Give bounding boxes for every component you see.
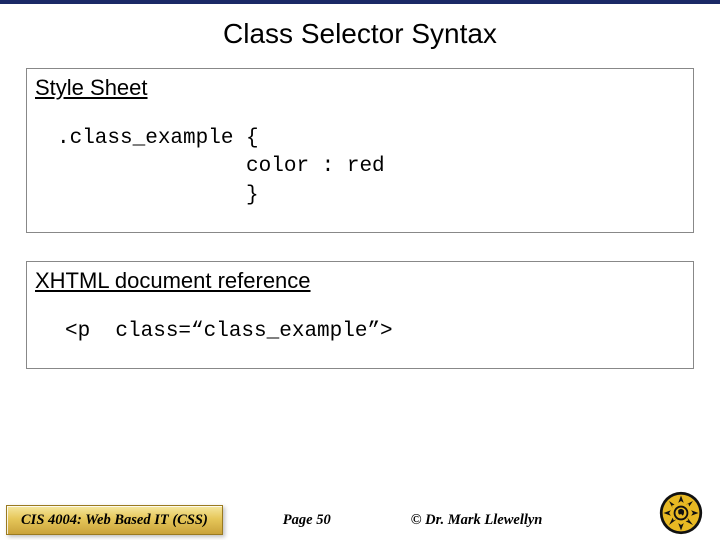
ucf-logo-icon — [658, 490, 704, 536]
footer-page: Page 50 — [283, 512, 331, 529]
slide-title: Class Selector Syntax — [0, 4, 720, 68]
panel-style-sheet-label: Style Sheet — [35, 75, 148, 101]
panel-style-sheet: Style Sheet .class_example { color : red… — [26, 68, 694, 233]
panel-xhtml-label: XHTML document reference — [35, 268, 311, 294]
footer-copyright: © Dr. Mark Llewellyn — [411, 512, 543, 529]
xhtml-code-block: <p class=“class_example”> — [35, 318, 685, 346]
footer-course: CIS 4004: Web Based IT (CSS) — [6, 505, 223, 535]
content-area: Style Sheet .class_example { color : red… — [0, 68, 720, 369]
footer: CIS 4004: Web Based IT (CSS) Page 50 © D… — [0, 500, 720, 540]
panel-xhtml-reference: XHTML document reference <p class=“class… — [26, 261, 694, 369]
css-code-block: .class_example { color : red } — [35, 125, 685, 210]
